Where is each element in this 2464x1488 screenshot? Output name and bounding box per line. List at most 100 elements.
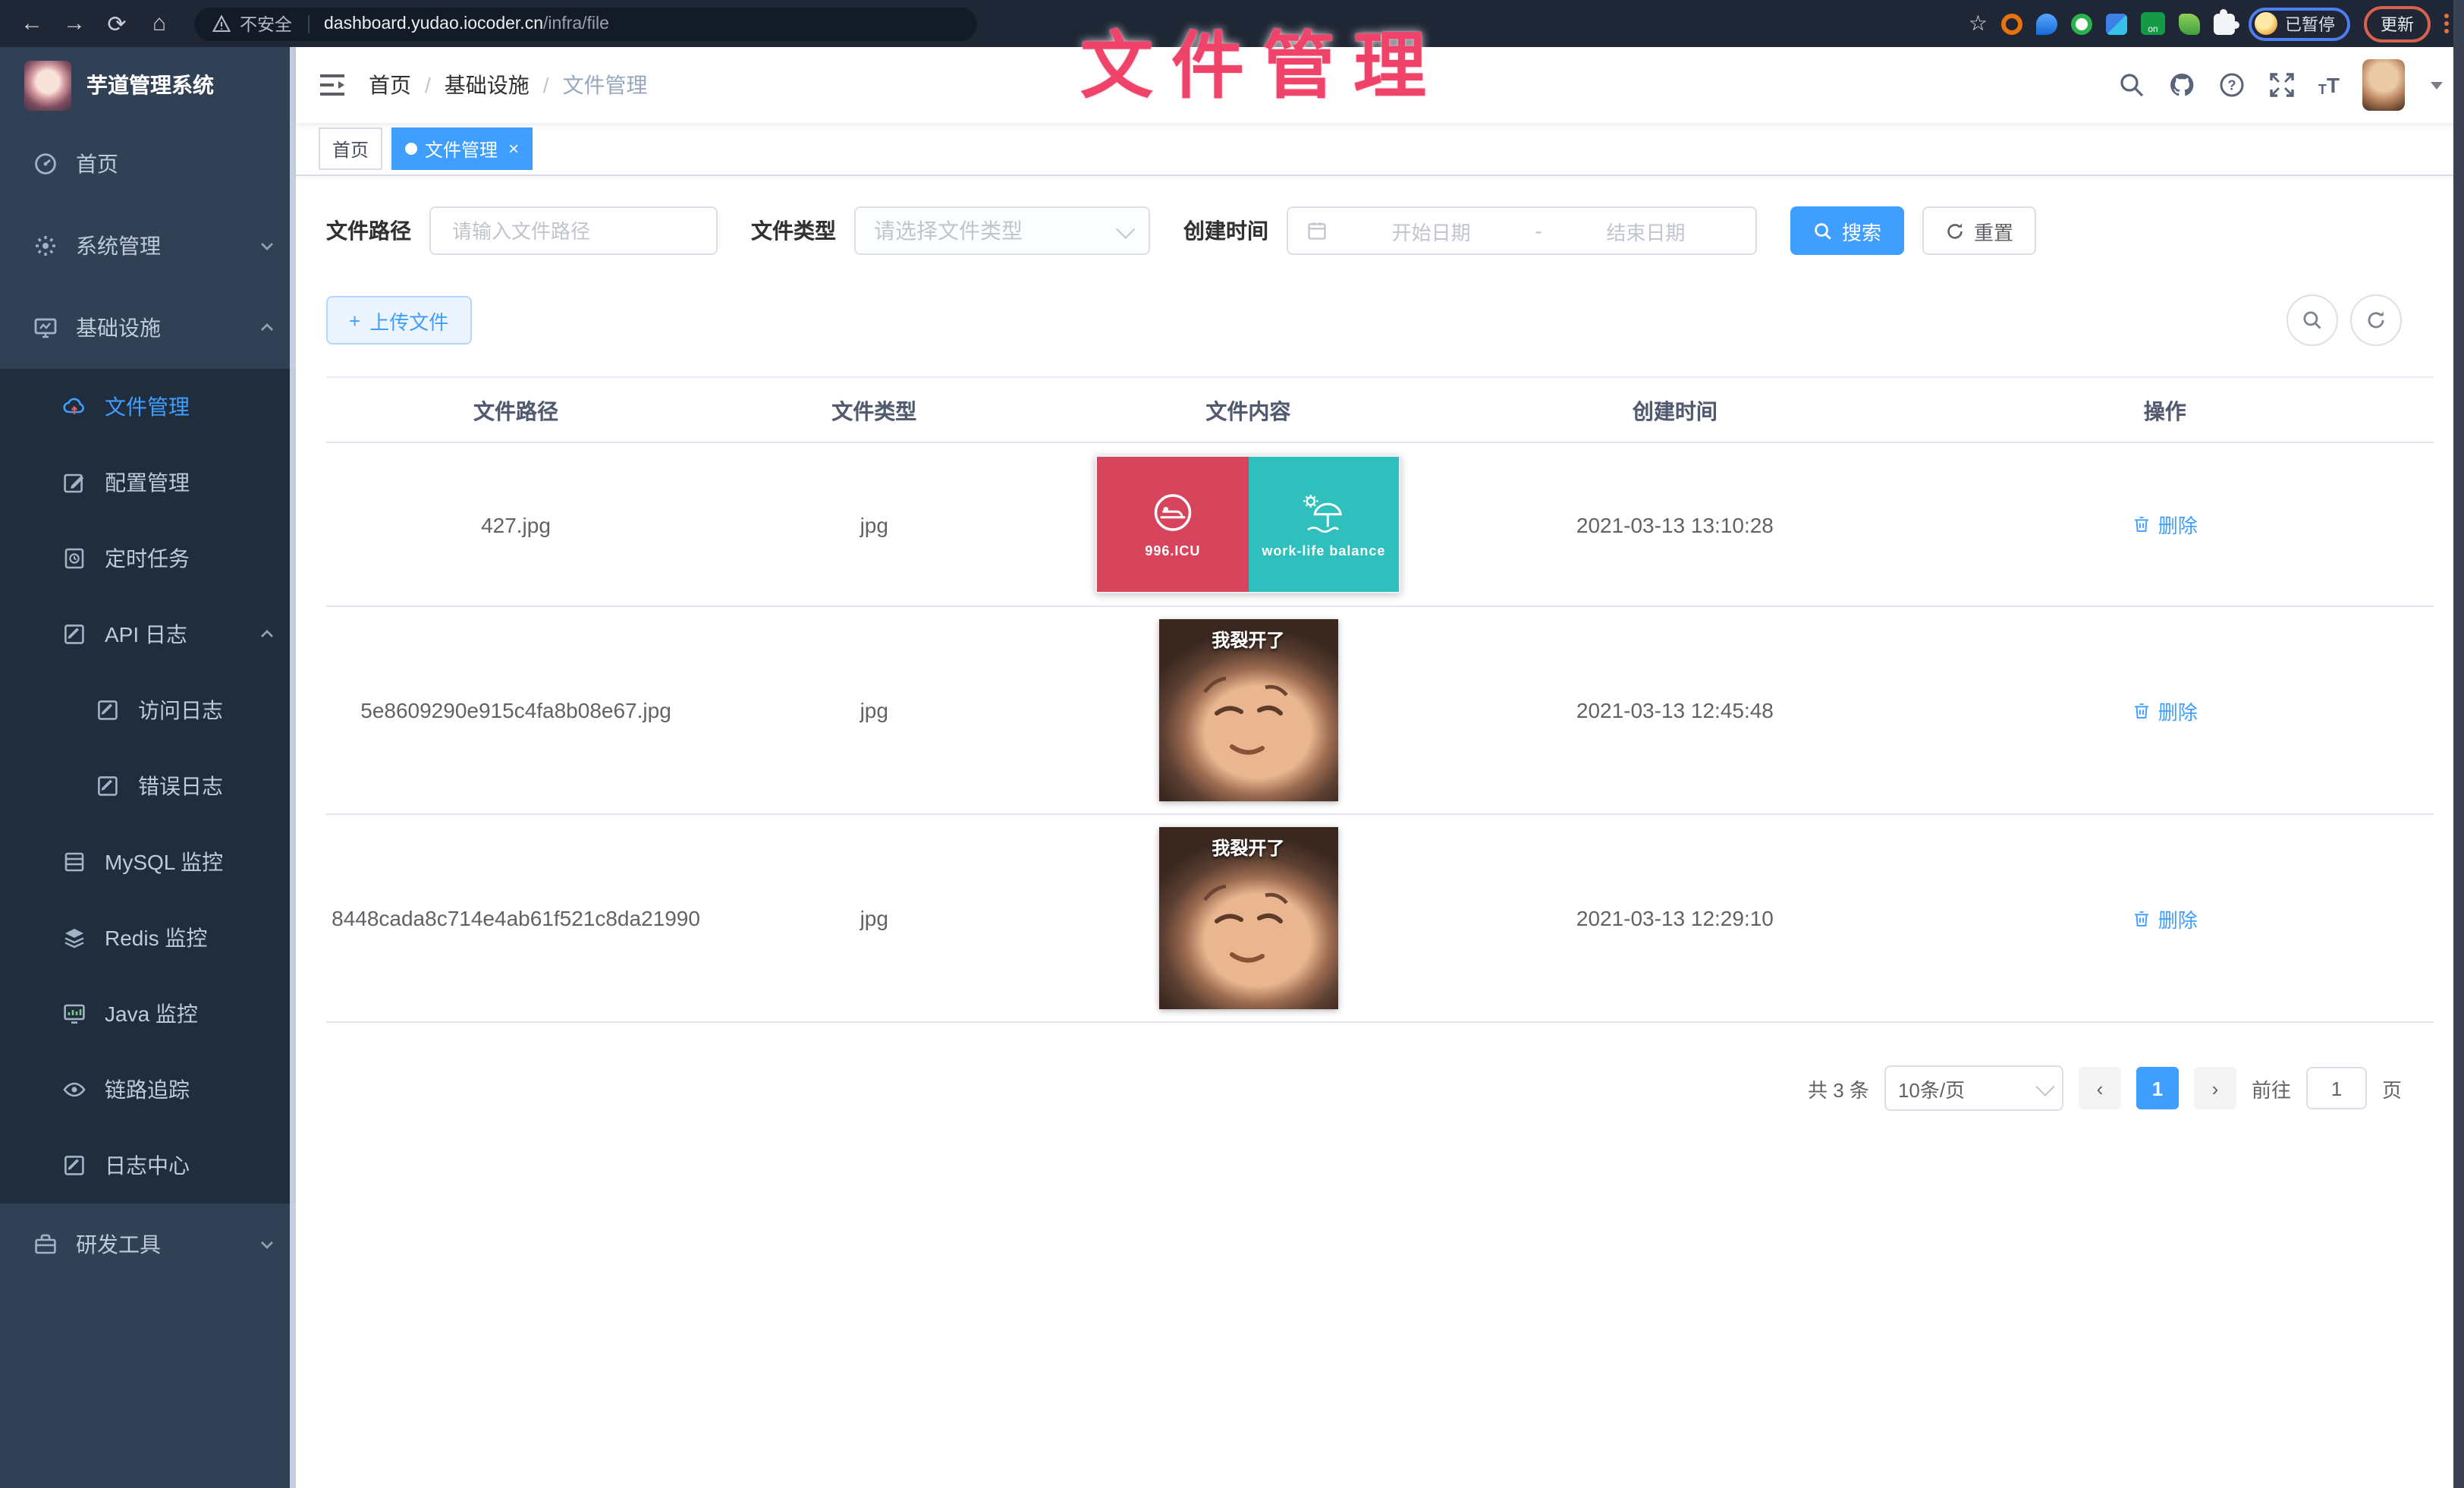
url-divider bbox=[307, 14, 309, 33]
browser-menu-icon[interactable] bbox=[2444, 14, 2449, 33]
next-page-button[interactable]: › bbox=[2194, 1067, 2236, 1109]
chevron-up-icon bbox=[259, 320, 275, 335]
chevron-down-icon bbox=[259, 238, 275, 253]
sidebar-item-file-management[interactable]: 文件管理 bbox=[0, 369, 296, 445]
file-type-placeholder: 请选择文件类型 bbox=[874, 215, 1023, 246]
sidebar-item-mysql-monitor[interactable]: MySQL 监控 bbox=[0, 824, 296, 900]
goto-page-input[interactable] bbox=[2306, 1067, 2367, 1109]
date-range-picker[interactable]: 开始日期 - 结束日期 bbox=[1287, 206, 1757, 255]
extension-sprout-icon[interactable] bbox=[2179, 13, 2200, 34]
sidebar-item-config[interactable]: 配置管理 bbox=[0, 445, 296, 521]
extension-orange-icon[interactable] bbox=[2001, 13, 2022, 34]
sidebar-item-dev-tools[interactable]: 研发工具 bbox=[0, 1203, 296, 1285]
delete-button[interactable]: 删除 bbox=[2132, 510, 2198, 539]
table-header-row: 文件路径 文件类型 文件内容 创建时间 操作 bbox=[326, 376, 2434, 443]
tab-close-icon[interactable]: × bbox=[508, 138, 519, 159]
refresh-icon bbox=[2365, 310, 2387, 331]
navbar-actions: ? TT bbox=[2118, 59, 2443, 111]
avatar-caret-icon[interactable] bbox=[2431, 81, 2443, 89]
sidebar-item-job[interactable]: 定时任务 bbox=[0, 521, 296, 596]
extension-green-circle-icon[interactable] bbox=[2071, 13, 2092, 34]
fullscreen-icon[interactable] bbox=[2268, 71, 2296, 99]
file-table: 文件路径 文件类型 文件内容 创建时间 操作 427.jpg jpg bbox=[326, 376, 2434, 1023]
file-path-label: 文件路径 bbox=[326, 215, 411, 246]
breadcrumb-infra[interactable]: 基础设施 bbox=[445, 70, 530, 100]
sidebar-item-label: Redis 监控 bbox=[105, 923, 275, 953]
page-number-1[interactable]: 1 bbox=[2136, 1067, 2179, 1109]
tab-file-management[interactable]: 文件管理 × bbox=[391, 127, 533, 170]
sidebar-scrollbar[interactable] bbox=[290, 47, 296, 1488]
page-size-select[interactable]: 10条/页 bbox=[1884, 1065, 2063, 1111]
sidebar-logo[interactable]: 芋道管理系统 bbox=[0, 47, 296, 123]
sidebar-item-java-monitor[interactable]: Java 监控 bbox=[0, 976, 296, 1052]
search-button[interactable]: 搜索 bbox=[1790, 206, 1904, 255]
sidebar-item-infra[interactable]: 基础设施 bbox=[0, 287, 296, 369]
window-scrollbar[interactable] bbox=[2453, 0, 2464, 1488]
reset-button[interactable]: 重置 bbox=[1922, 206, 2036, 255]
sidebar-item-access-log[interactable]: 访问日志 bbox=[0, 672, 296, 748]
delete-button[interactable]: 删除 bbox=[2132, 904, 2198, 933]
search-icon[interactable] bbox=[2118, 71, 2145, 99]
delete-button[interactable]: 删除 bbox=[2132, 696, 2198, 725]
browser-home-button[interactable]: ⌂ bbox=[143, 7, 176, 40]
bookmark-star-icon[interactable]: ☆ bbox=[1969, 11, 1988, 36]
trash-icon bbox=[2132, 514, 2152, 534]
prev-page-button[interactable]: ‹ bbox=[2079, 1067, 2121, 1109]
table-row: 427.jpg jpg 996.ICU work-life balan bbox=[326, 443, 2434, 607]
file-path-input-field[interactable] bbox=[449, 218, 698, 244]
file-content-cell: 996.ICU work-life balance bbox=[1043, 443, 1454, 606]
sidebar-item-label: 定时任务 bbox=[105, 543, 275, 574]
banner-left-caption: 996.ICU bbox=[1145, 543, 1200, 558]
extension-blue-icon[interactable] bbox=[2036, 13, 2057, 34]
font-size-icon[interactable]: TT bbox=[2318, 73, 2340, 97]
sidebar-item-label: 系统管理 bbox=[76, 231, 241, 261]
extension-grid-icon[interactable] bbox=[2106, 13, 2127, 34]
file-path-input[interactable] bbox=[429, 206, 718, 255]
sidebar-item-error-log[interactable]: 错误日志 bbox=[0, 748, 296, 824]
browser-forward-button[interactable]: → bbox=[58, 7, 91, 40]
file-preview-image[interactable]: 我裂开了 bbox=[1158, 827, 1337, 1009]
file-content-cell: 我裂开了 bbox=[1043, 607, 1454, 813]
file-path-cell: 5e8609290e915c4fa8b08e67.jpg bbox=[326, 686, 706, 735]
help-icon[interactable]: ? bbox=[2218, 71, 2246, 99]
show-search-button[interactable] bbox=[2286, 294, 2338, 346]
refresh-icon bbox=[1945, 221, 1965, 241]
sidebar-item-system[interactable]: 系统管理 bbox=[0, 205, 296, 287]
github-icon[interactable] bbox=[2168, 71, 2195, 99]
extensions-puzzle-icon[interactable] bbox=[2214, 13, 2235, 34]
file-preview-image[interactable]: 我裂开了 bbox=[1158, 619, 1337, 801]
breadcrumb-home[interactable]: 首页 bbox=[369, 70, 411, 100]
extension-on-badge[interactable]: on bbox=[2141, 12, 2165, 35]
meme-caption: 我裂开了 bbox=[1158, 835, 1337, 860]
sidebar-item-label: Java 监控 bbox=[105, 999, 275, 1029]
breadcrumb: 首页 / 基础设施 / 文件管理 bbox=[369, 70, 648, 100]
sidebar-item-api-log[interactable]: API 日志 bbox=[0, 596, 296, 672]
search-button-label: 搜索 bbox=[1842, 216, 1881, 245]
sidebar-item-log-center[interactable]: 日志中心 bbox=[0, 1128, 296, 1203]
end-date-placeholder[interactable]: 结束日期 bbox=[1554, 216, 1737, 245]
browser-reload-button[interactable]: ⟳ bbox=[100, 7, 134, 40]
browser-update-button[interactable]: 更新 bbox=[2364, 5, 2431, 42]
user-avatar[interactable] bbox=[2362, 59, 2405, 111]
log-icon bbox=[96, 774, 120, 798]
profile-paused-badge[interactable]: 已暂停 bbox=[2249, 7, 2350, 40]
bed-icon bbox=[1147, 491, 1199, 536]
hamburger-icon[interactable] bbox=[317, 70, 347, 100]
sidebar-item-home[interactable]: 首页 bbox=[0, 123, 296, 205]
sidebar-item-redis-monitor[interactable]: Redis 监控 bbox=[0, 900, 296, 976]
browser-back-button[interactable]: ← bbox=[15, 7, 49, 40]
file-type-select[interactable]: 请选择文件类型 bbox=[854, 206, 1150, 255]
log-icon bbox=[96, 698, 120, 722]
sidebar-item-trace[interactable]: 链路追踪 bbox=[0, 1052, 296, 1128]
security-label: 不安全 bbox=[240, 11, 292, 36]
refresh-table-button[interactable] bbox=[2350, 294, 2402, 346]
start-date-placeholder[interactable]: 开始日期 bbox=[1340, 216, 1523, 245]
table-row: 8448cada8c714e4ab61f521c8da21990 jpg 我裂开… bbox=[326, 815, 2434, 1023]
browser-chrome: ← → ⟳ ⌂ 不安全 dashboard.yudao.iocoder.cn/i… bbox=[0, 0, 2464, 47]
upload-file-button[interactable]: + 上传文件 bbox=[326, 296, 471, 344]
navbar: 首页 / 基础设施 / 文件管理 ? TT bbox=[296, 47, 2464, 123]
file-preview-image[interactable]: 996.ICU work-life balance bbox=[1095, 455, 1400, 593]
address-bar[interactable]: 不安全 dashboard.yudao.iocoder.cn/infra/fil… bbox=[194, 7, 977, 40]
url-text: dashboard.yudao.iocoder.cn/infra/file bbox=[324, 14, 609, 33]
tab-home[interactable]: 首页 bbox=[319, 127, 382, 170]
